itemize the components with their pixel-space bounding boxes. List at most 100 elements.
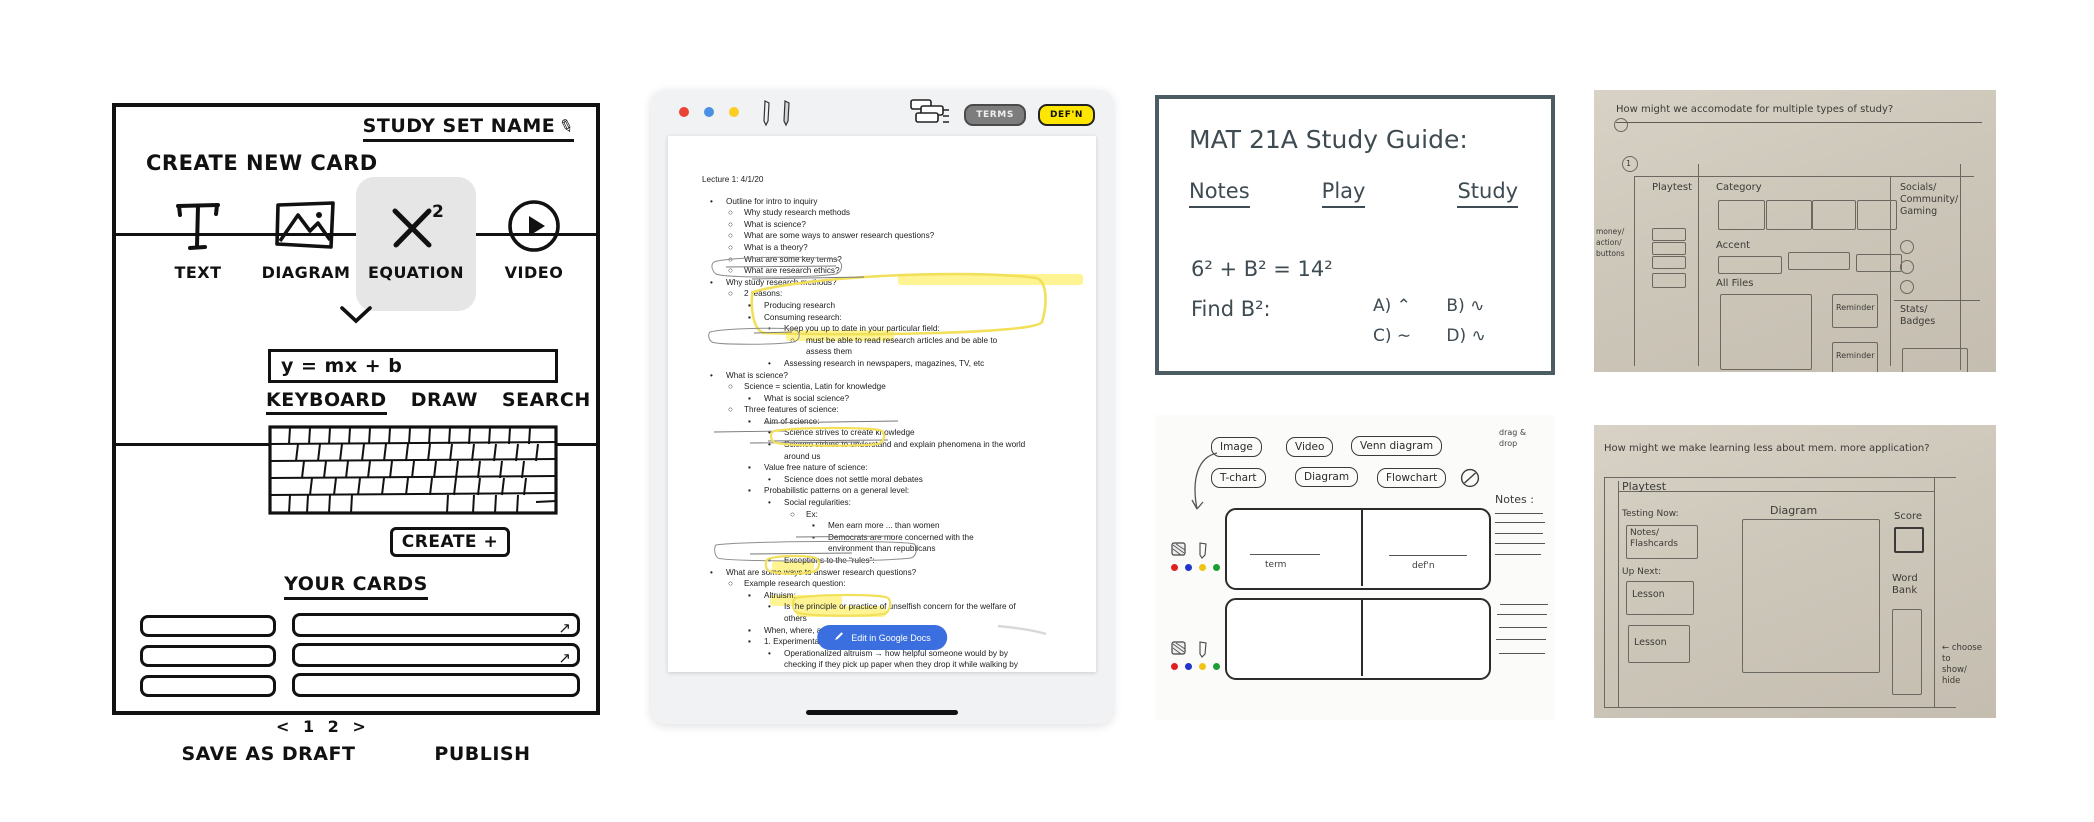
card-type-equation[interactable]: 2 EQUATION xyxy=(356,177,476,311)
terms-toggle[interactable]: TERMS xyxy=(964,103,1026,126)
input-mode-keyboard[interactable]: KEYBOARD xyxy=(266,389,387,415)
card-item[interactable]: ↗ xyxy=(292,643,580,667)
card-type-equation-label: EQUATION xyxy=(367,263,465,282)
doc-outline-line: ▪ Consuming research: xyxy=(702,312,1074,324)
doc-outline-line: • What is science? xyxy=(702,370,1074,382)
pencil-icon[interactable] xyxy=(781,99,792,132)
doc-outline-line: ▪ Democrats are more concerned with the xyxy=(702,532,1074,544)
bullet-icon: ○ xyxy=(790,335,795,345)
card-type-video-label: VIDEO xyxy=(504,263,564,282)
edit-in-google-docs-button[interactable]: Edit in Google Docs xyxy=(817,625,947,650)
doc-line-text: Producing research xyxy=(764,300,835,310)
doc-line-text: What is science? xyxy=(744,219,806,229)
create-button[interactable]: CREATE + xyxy=(390,527,510,557)
bullet-icon: ○ xyxy=(728,219,733,229)
card-builder-sketch-panel: Image Video Venn diagram T-chart Diagram… xyxy=(1155,415,1555,720)
expand-icon[interactable]: ↗ xyxy=(558,619,571,637)
answer-choice-c[interactable]: C) ∼ xyxy=(1373,321,1441,351)
chip-video[interactable]: Video xyxy=(1286,437,1334,457)
pagination[interactable]: < 1 2 > xyxy=(276,717,370,736)
no-entry-icon[interactable] xyxy=(1460,468,1480,493)
chevron-down-icon[interactable] xyxy=(116,303,596,329)
pencil-icon xyxy=(833,631,844,644)
cards-list: ↗ ↗ xyxy=(140,613,580,699)
image-icon xyxy=(248,191,364,261)
tab-notes[interactable]: Notes xyxy=(1189,179,1250,208)
document-page[interactable]: Lecture 1: 4/1/20 • Outline for intro to … xyxy=(668,136,1096,672)
study-guide-title: MAT 21A Study Guide: xyxy=(1189,125,1468,154)
color-dot-red[interactable] xyxy=(1171,663,1178,670)
color-dot-red[interactable] xyxy=(679,107,689,117)
card-type-diagram[interactable]: DIAGRAM xyxy=(248,191,364,282)
card-type-text[interactable]: TEXT xyxy=(140,191,256,282)
pencil-icon[interactable] xyxy=(1196,641,1210,662)
pencil-icon[interactable]: ✎ xyxy=(557,115,577,139)
color-dot-yellow[interactable] xyxy=(1199,663,1206,670)
pen-tools xyxy=(761,99,792,132)
drag-drop-note: drag & drop xyxy=(1499,428,1527,448)
color-dot-yellow[interactable] xyxy=(1199,564,1206,571)
card-item[interactable] xyxy=(140,615,276,637)
doc-line-text: Ex: xyxy=(806,509,818,519)
card-type-video[interactable]: VIDEO xyxy=(476,191,592,282)
label-lesson-1: Lesson xyxy=(1632,589,1665,600)
answer-choice-b[interactable]: B) ∿ xyxy=(1446,296,1484,316)
study-set-name-field[interactable]: STUDY SET NAME✎ xyxy=(362,115,577,142)
bullet-icon: ○ xyxy=(728,266,733,276)
input-mode-search[interactable]: SEARCH xyxy=(502,389,591,415)
color-dot-red[interactable] xyxy=(1171,564,1178,571)
bullet-icon: ▪ xyxy=(748,312,751,322)
label-accent: Accent xyxy=(1716,240,1751,251)
equation-icon: 2 xyxy=(356,191,476,261)
tab-play[interactable]: Play xyxy=(1321,179,1366,208)
flashcard-row-2[interactable] xyxy=(1225,598,1491,680)
doc-line-text: assess them xyxy=(806,347,852,357)
pencil-icon[interactable] xyxy=(1196,542,1210,563)
color-dot-green[interactable] xyxy=(1213,564,1220,571)
answer-choice-a[interactable]: A) ⌃ xyxy=(1373,291,1441,321)
card-item[interactable] xyxy=(292,673,580,697)
color-dot-blue[interactable] xyxy=(1185,663,1192,670)
publish-button[interactable]: PUBLISH xyxy=(434,743,530,765)
color-dot-blue[interactable] xyxy=(704,107,714,117)
doc-line-text: Exceptions to the “rules”: xyxy=(784,556,875,565)
doc-outline-line: others xyxy=(702,613,1074,625)
doc-line-text: others xyxy=(784,613,807,623)
equation-input[interactable]: y = mx + b xyxy=(268,349,558,383)
doc-line-text: around us xyxy=(784,451,821,461)
flashcard-row-1[interactable] xyxy=(1225,508,1491,590)
label-category: Category xyxy=(1716,182,1762,193)
input-mode-draw[interactable]: DRAW xyxy=(411,389,478,415)
doc-line-text: Science = scientia, Latin for knowledge xyxy=(744,382,886,392)
chip-diagram[interactable]: Diagram xyxy=(1295,467,1359,487)
doc-outline-line: • Science strives to understand and expla… xyxy=(702,439,1074,451)
doc-outline-line: ▪ What is social science? xyxy=(702,393,1074,405)
color-dot-yellow[interactable] xyxy=(729,107,739,117)
chip-flowchart[interactable]: Flowchart xyxy=(1377,468,1447,488)
eraser-icon[interactable] xyxy=(1171,542,1191,563)
color-dot-green[interactable] xyxy=(1213,663,1220,670)
chip-venn-diagram[interactable]: Venn diagram xyxy=(1351,436,1443,456)
card-item[interactable]: ↗ xyxy=(292,613,580,637)
doc-outline-line: ○ Why study research methods xyxy=(702,207,1074,219)
step-circle-icon xyxy=(1614,118,1628,132)
bullet-icon: ▪ xyxy=(748,590,751,600)
playtest-photo-bottom: How might we make learning less about me… xyxy=(1594,425,1996,718)
card-type-picker: TEXT DIAGRAM 2 EQUATION VIDEO xyxy=(140,177,580,311)
doc-outline-line: checking if they pick up paper when they… xyxy=(702,659,1074,671)
answer-choice-d[interactable]: D) ∿ xyxy=(1446,326,1485,346)
card-item[interactable] xyxy=(140,675,276,697)
pen-icon[interactable] xyxy=(761,99,772,132)
doc-line-text: Operationalized altruism → how helpful s… xyxy=(784,648,1008,658)
expand-icon[interactable]: ↗ xyxy=(558,649,571,667)
tab-study[interactable]: Study xyxy=(1448,163,1541,208)
keyboard-icon[interactable] xyxy=(268,425,558,515)
eraser-icon[interactable] xyxy=(1171,641,1191,662)
whiteboard-canvas: STUDY SET NAME✎ CREATE NEW CARD TEXT DIA… xyxy=(0,0,2094,822)
color-dot-blue[interactable] xyxy=(1185,564,1192,571)
doc-outline-line: ○ Science = scientia, Latin for knowledge xyxy=(702,381,1074,393)
definition-toggle[interactable]: DEF'N xyxy=(1037,103,1095,126)
stacked-cards-icon[interactable] xyxy=(910,98,952,131)
card-item[interactable] xyxy=(140,645,276,667)
save-as-draft-button[interactable]: SAVE AS DRAFT xyxy=(181,743,355,765)
